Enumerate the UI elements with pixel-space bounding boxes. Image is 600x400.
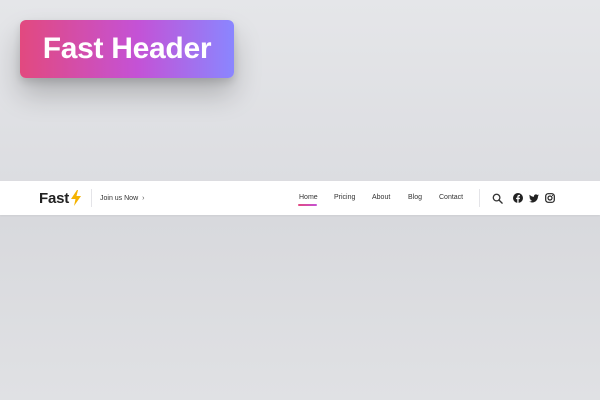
nav-item-home[interactable]: Home — [299, 194, 318, 201]
nav-item-about[interactable]: About — [372, 194, 390, 201]
header-divider-right — [479, 189, 480, 207]
active-nav-indicator — [298, 204, 317, 206]
facebook-icon[interactable] — [512, 192, 524, 204]
search-icon[interactable] — [491, 192, 503, 204]
nav-item-blog[interactable]: Blog — [408, 194, 422, 201]
nav-item-pricing[interactable]: Pricing — [334, 194, 355, 201]
main-nav: Home Pricing About Blog Contact — [0, 181, 600, 215]
title-badge: Fast Header — [20, 20, 234, 78]
nav-item-contact[interactable]: Contact — [439, 194, 463, 201]
site-header: Fast Join us Now › Home Pricing About Bl… — [0, 181, 600, 215]
badge-title: Fast Header — [42, 32, 212, 65]
instagram-icon[interactable] — [544, 192, 556, 204]
twitter-icon[interactable] — [528, 192, 540, 204]
